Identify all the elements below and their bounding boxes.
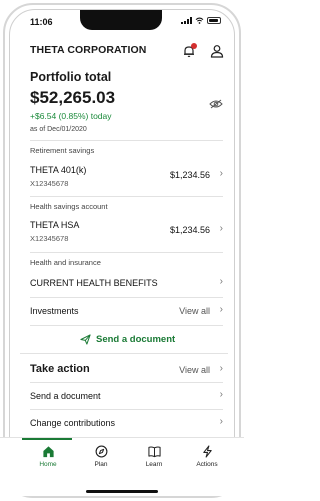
tab-label: Home — [39, 461, 57, 468]
battery-icon — [207, 17, 221, 24]
status-time: 11:06 — [30, 17, 53, 27]
action-item-label: Send a document — [30, 391, 101, 401]
hsa-account-row[interactable]: THETA HSA X12345678 $1,234.56 › — [0, 215, 244, 247]
send-document-cta-label: Send a document — [96, 334, 176, 345]
investments-view-all[interactable]: View all — [179, 306, 210, 316]
signal-icon — [181, 17, 192, 24]
tab-plan[interactable]: Plan — [76, 445, 126, 468]
divider — [30, 196, 223, 197]
person-icon — [210, 45, 224, 58]
retirement-account-amount: $1,234.56 — [169, 170, 210, 180]
chevron-right-icon: › — [219, 389, 223, 400]
tab-label: Actions — [196, 461, 218, 468]
divider — [30, 252, 223, 253]
tab-actions[interactable]: Actions — [182, 445, 232, 468]
divider — [30, 297, 223, 298]
portfolio-change: +$6.54 (0.85%) today — [30, 111, 112, 121]
health-benefits-row[interactable]: CURRENT HEALTH BENEFITS › — [0, 274, 244, 294]
take-action-title: Take action — [30, 363, 90, 375]
portfolio-as-of: as of Dec/01/2020 — [30, 126, 87, 133]
tab-bar: Home Plan Learn Actions — [0, 437, 244, 496]
divider — [30, 325, 223, 326]
notifications-button[interactable] — [182, 43, 197, 58]
insurance-section-label: Health and insurance — [30, 258, 101, 267]
send-document-cta[interactable]: Send a document — [80, 334, 175, 345]
hsa-account-name: THETA HSA — [30, 220, 80, 230]
status-icons — [181, 17, 221, 24]
action-item-change-contributions[interactable]: Change contributions › — [0, 413, 244, 433]
profile-button[interactable] — [210, 44, 224, 58]
investments-row[interactable]: Investments View all › — [0, 301, 244, 321]
tab-home[interactable]: Home — [23, 445, 73, 468]
lightning-icon — [202, 445, 212, 458]
hsa-account-amount: $1,234.56 — [169, 225, 210, 235]
hide-balance-button[interactable] — [209, 96, 223, 109]
home-icon — [42, 446, 54, 458]
chevron-right-icon: › — [219, 168, 223, 179]
retirement-section-label: Retirement savings — [30, 146, 95, 155]
tab-learn[interactable]: Learn — [129, 445, 179, 468]
chevron-right-icon: › — [219, 416, 223, 427]
chevron-right-icon: › — [219, 304, 223, 315]
divider — [30, 382, 223, 383]
chevron-right-icon: › — [219, 276, 223, 287]
hsa-section-label: Health savings account — [30, 202, 108, 211]
divider — [30, 140, 223, 141]
portfolio-value: $52,265.03 — [30, 88, 116, 107]
chevron-right-icon: › — [219, 223, 223, 234]
notification-badge — [191, 43, 197, 49]
device-notch — [80, 10, 162, 30]
tab-label: Learn — [145, 461, 163, 468]
retirement-account-name: THETA 401(k) — [30, 165, 87, 175]
retirement-account-row[interactable]: THETA 401(k) X12345678 $1,234.56 › — [0, 160, 244, 192]
book-icon — [147, 446, 161, 458]
take-action-view-all[interactable]: View all — [179, 365, 210, 375]
action-item-send-document[interactable]: Send a document › — [0, 386, 244, 406]
investments-label: Investments — [30, 306, 79, 316]
chevron-right-icon: › — [219, 363, 223, 374]
action-item-label: Change contributions — [30, 418, 116, 428]
tab-label: Plan — [94, 461, 108, 468]
portfolio-title: Portfolio total — [30, 70, 112, 84]
eye-off-icon — [209, 99, 223, 109]
compass-icon — [95, 445, 107, 458]
retirement-account-number: X12345678 — [30, 179, 69, 188]
company-name: THETA CORPORATION — [30, 44, 147, 56]
paper-plane-icon — [80, 334, 91, 345]
active-tab-indicator — [22, 438, 72, 440]
divider — [20, 353, 228, 354]
divider — [30, 409, 223, 410]
health-benefits-label: CURRENT HEALTH BENEFITS — [30, 278, 158, 288]
hsa-account-number: X12345678 — [30, 234, 69, 243]
wifi-icon — [195, 17, 204, 24]
home-indicator — [86, 490, 158, 493]
